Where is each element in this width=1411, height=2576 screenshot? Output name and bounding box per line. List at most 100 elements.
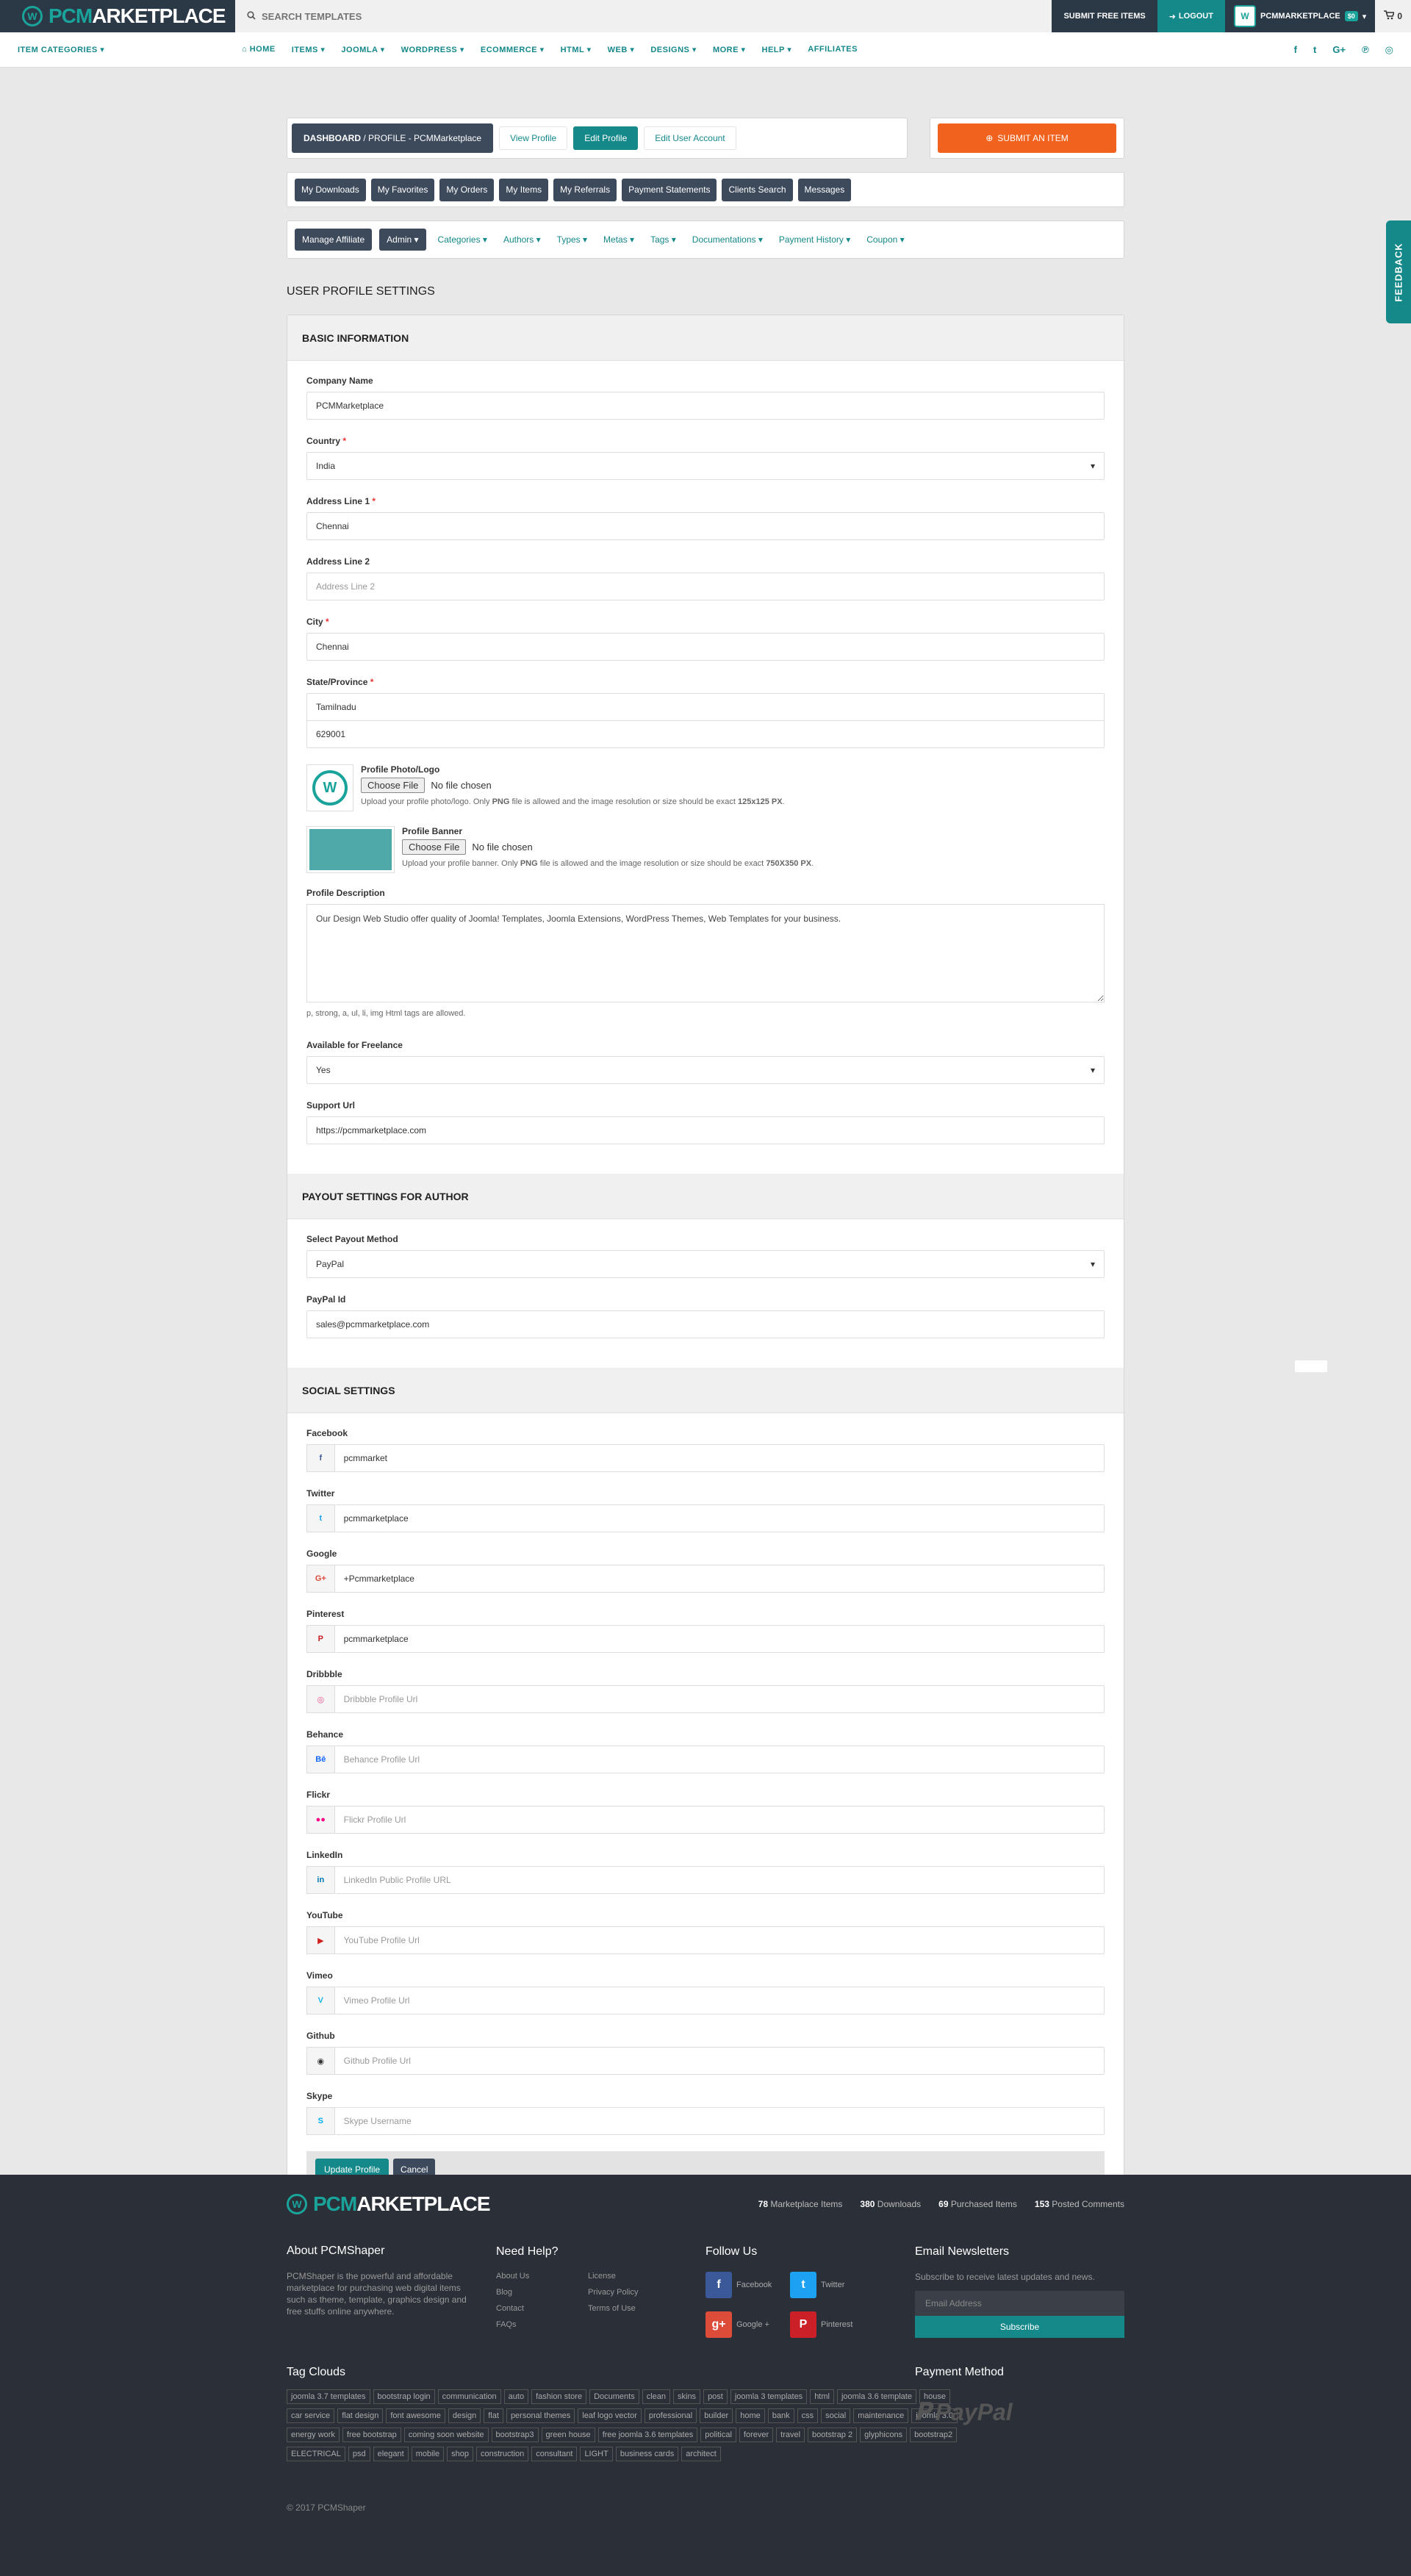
- footer-link-about[interactable]: About Us: [496, 2272, 588, 2281]
- submit-item-button[interactable]: ⊕ SUBMIT AN ITEM: [938, 123, 1116, 153]
- skype-input[interactable]: Skype Username: [334, 2107, 1105, 2135]
- nav-wordpress[interactable]: WORDPRESS ▾: [401, 45, 464, 54]
- tag-item[interactable]: LIGHT: [580, 2447, 613, 2461]
- footer-logo[interactable]: W PCMARKETPLACE: [287, 2192, 491, 2216]
- follow-pinterest[interactable]: P Pinterest: [790, 2311, 875, 2338]
- tag-item[interactable]: flat: [484, 2408, 503, 2423]
- linkedin-input[interactable]: LinkedIn Public Profile URL: [334, 1866, 1105, 1894]
- tag-item[interactable]: personal themes: [506, 2408, 575, 2423]
- tag-item[interactable]: free bootstrap: [342, 2428, 401, 2442]
- submit-free-items-button[interactable]: SUBMIT FREE ITEMS: [1052, 0, 1157, 32]
- tag-item[interactable]: social: [821, 2408, 851, 2423]
- search-input[interactable]: [262, 10, 703, 22]
- item-categories-menu[interactable]: ITEM CATEGORIES ▾: [18, 45, 242, 54]
- google-input[interactable]: +Pcmmarketplace: [334, 1565, 1105, 1593]
- cart-button[interactable]: 0: [1375, 0, 1411, 32]
- tag-item[interactable]: auto: [503, 2389, 529, 2404]
- tag-item[interactable]: mobile: [411, 2447, 445, 2461]
- tab-my-orders[interactable]: My Orders: [439, 178, 495, 201]
- tag-item[interactable]: bank: [767, 2408, 794, 2423]
- tag-item[interactable]: political: [700, 2428, 736, 2442]
- flickr-input[interactable]: Flickr Profile Url: [334, 1806, 1105, 1834]
- tag-item[interactable]: energy work: [287, 2428, 340, 2442]
- nav-joomla[interactable]: JOOMLA ▾: [341, 45, 384, 54]
- tag-item[interactable]: elegant: [373, 2447, 409, 2461]
- admin-metas-menu[interactable]: Metas ▾: [599, 229, 639, 251]
- tag-item[interactable]: leaf logo vector: [578, 2408, 642, 2423]
- tag-item[interactable]: psd: [348, 2447, 370, 2461]
- tag-item[interactable]: maintenance: [853, 2408, 909, 2423]
- tag-item[interactable]: font awesome: [386, 2408, 445, 2423]
- description-textarea[interactable]: Our Design Web Studio offer quality of J…: [306, 904, 1105, 1002]
- dribbble-input[interactable]: Dribbble Profile Url: [334, 1685, 1105, 1713]
- tag-item[interactable]: business cards: [615, 2447, 679, 2461]
- admin-categories-menu[interactable]: Categories ▾: [434, 229, 492, 251]
- tag-item[interactable]: car service: [287, 2408, 335, 2423]
- photo-choose-file-button[interactable]: Choose File: [361, 778, 426, 793]
- admin-types-menu[interactable]: Types ▾: [553, 229, 592, 251]
- tag-item[interactable]: bootstrap 2: [808, 2428, 858, 2442]
- edit-profile-button[interactable]: Edit Profile: [573, 126, 639, 150]
- tag-item[interactable]: glyphicons: [860, 2428, 908, 2442]
- footer-link-privacy[interactable]: Privacy Policy: [588, 2288, 680, 2297]
- tag-item[interactable]: forever: [739, 2428, 774, 2442]
- payout-method-select[interactable]: PayPal ▾: [306, 1250, 1105, 1278]
- state-input[interactable]: Tamilnadu: [306, 693, 1105, 721]
- tag-item[interactable]: shop: [447, 2447, 473, 2461]
- tab-my-downloads[interactable]: My Downloads: [295, 178, 366, 201]
- manage-affiliate-button[interactable]: Manage Affiliate: [295, 229, 373, 251]
- twitter-input[interactable]: pcmmarketplace: [334, 1504, 1105, 1532]
- tag-item[interactable]: skins: [673, 2389, 701, 2404]
- tab-my-favorites[interactable]: My Favorites: [370, 178, 435, 201]
- breadcrumb-dashboard[interactable]: DASHBOARD: [304, 133, 361, 143]
- follow-twitter[interactable]: t Twitter: [790, 2272, 875, 2298]
- zip-input[interactable]: 629001: [306, 720, 1105, 748]
- admin-coupon-menu[interactable]: Coupon ▾: [862, 229, 908, 251]
- tag-item[interactable]: joomla 3.6 template: [836, 2389, 916, 2404]
- freelance-select[interactable]: Yes ▾: [306, 1056, 1105, 1084]
- tag-item[interactable]: architect: [681, 2447, 721, 2461]
- tag-item[interactable]: clean: [642, 2389, 670, 2404]
- tab-clients-search[interactable]: Clients Search: [722, 178, 793, 201]
- tag-item[interactable]: travel: [776, 2428, 805, 2442]
- footer-link-contact[interactable]: Contact: [496, 2304, 588, 2313]
- feedback-tab[interactable]: FEEDBACK: [1386, 220, 1411, 323]
- paypal-id-input[interactable]: sales@pcmmarketplace.com: [306, 1310, 1105, 1338]
- github-input[interactable]: Github Profile Url: [334, 2047, 1105, 2075]
- google-plus-icon[interactable]: G+: [1332, 44, 1346, 56]
- facebook-icon[interactable]: f: [1294, 44, 1297, 56]
- country-select[interactable]: India ▾: [306, 452, 1105, 480]
- nav-items-menu[interactable]: ITEMS ▾: [292, 45, 326, 54]
- admin-menu[interactable]: Admin ▾: [379, 229, 426, 251]
- tag-item[interactable]: coming soon website: [403, 2428, 489, 2442]
- tag-item[interactable]: post: [703, 2389, 728, 2404]
- banner-choose-file-button[interactable]: Choose File: [402, 839, 467, 855]
- pinterest-icon[interactable]: ℗: [1362, 44, 1369, 56]
- follow-facebook[interactable]: f Facebook: [706, 2272, 790, 2298]
- facebook-input[interactable]: pcmmarket: [334, 1444, 1105, 1472]
- nav-affiliates[interactable]: AFFILIATES: [808, 45, 858, 54]
- city-input[interactable]: Chennai: [306, 633, 1105, 661]
- tag-item[interactable]: consultant: [531, 2447, 578, 2461]
- nav-more[interactable]: MORE ▾: [713, 45, 746, 54]
- tag-item[interactable]: joomla 3 templates: [730, 2389, 808, 2404]
- admin-payment-history-menu[interactable]: Payment History ▾: [775, 229, 855, 251]
- tag-item[interactable]: builder: [700, 2408, 733, 2423]
- logout-button[interactable]: ➜ LOGOUT: [1157, 0, 1225, 32]
- tag-item[interactable]: ELECTRICAL: [287, 2447, 345, 2461]
- nav-web[interactable]: WEB ▾: [608, 45, 635, 54]
- twitter-icon[interactable]: t: [1313, 44, 1316, 56]
- user-menu[interactable]: W PCMMARKETPLACE $0 ▾: [1224, 0, 1376, 32]
- tag-item[interactable]: bootstrap3: [491, 2428, 539, 2442]
- behance-input[interactable]: Behance Profile Url: [334, 1746, 1105, 1773]
- nav-help[interactable]: HELP ▾: [762, 45, 792, 54]
- site-logo[interactable]: W PCMARKETPLACE: [0, 0, 235, 32]
- admin-documentations-menu[interactable]: Documentations ▾: [688, 229, 767, 251]
- tag-item[interactable]: html: [810, 2389, 834, 2404]
- support-url-input[interactable]: https://pcmmarketplace.com: [306, 1116, 1105, 1144]
- tab-payment-statements[interactable]: Payment Statements: [622, 178, 717, 201]
- tag-item[interactable]: communication: [437, 2389, 501, 2404]
- tag-item[interactable]: home: [736, 2408, 765, 2423]
- footer-link-license[interactable]: License: [588, 2272, 680, 2281]
- instagram-icon[interactable]: ◎: [1385, 44, 1393, 56]
